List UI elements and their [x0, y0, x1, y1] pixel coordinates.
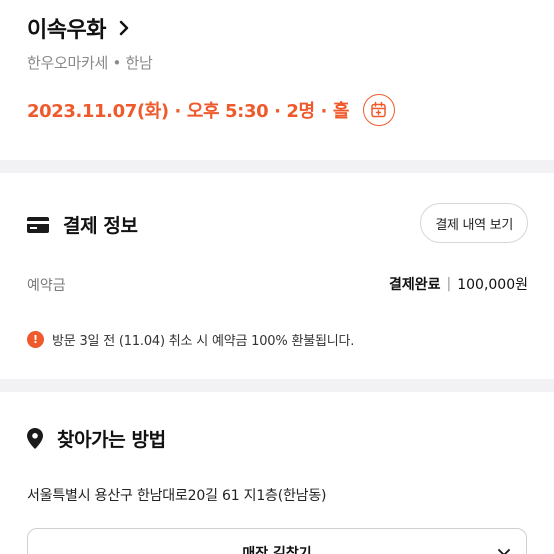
refund-notice-text: 방문 3일 전 (11.04) 취소 시 예약금 100% 환불됩니다. — [52, 334, 355, 349]
payment-history-button[interactable]: 결제 내역 보기 — [420, 203, 528, 243]
deposit-label: 예약금 — [27, 278, 66, 294]
payment-header: 결제 정보 — [27, 211, 138, 238]
chevron-right-icon — [119, 20, 129, 36]
store-name: 이속우화 — [27, 18, 106, 43]
chevron-down-icon — [498, 549, 510, 554]
restaurant-section: 이속우화 한우오마카세 • 한남 2023.11.07(화) · 오후 5:30… — [0, 0, 554, 160]
booking-summary: 2023.11.07(화) · 오후 5:30 · 2명 · 홀 — [27, 101, 349, 122]
add-to-calendar-button[interactable] — [363, 94, 395, 126]
route-button-label: 매장 길찾기 — [242, 546, 312, 554]
directions-section: 찾아가는 방법 서울특별시 용산구 한남대로20길 61 지1층(한남동) 매장… — [0, 392, 554, 554]
store-category-location: 한우오마카세 • 한남 — [27, 54, 153, 72]
calendar-add-icon — [371, 101, 386, 118]
route-button[interactable]: 매장 길찾기 — [27, 528, 527, 554]
store-address: 서울특별시 용산구 한남대로20길 61 지1층(한남동) — [27, 488, 327, 504]
section-divider — [0, 160, 554, 173]
deposit-separator: | — [446, 276, 452, 292]
directions-title: 찾아가는 방법 — [57, 429, 166, 451]
card-icon — [27, 216, 49, 233]
info-icon: ! — [27, 331, 44, 348]
location-pin-icon — [27, 428, 43, 449]
store-name-link[interactable]: 이속우화 — [27, 12, 132, 44]
deposit-amount: 100,000원 — [457, 277, 528, 293]
deposit-value: 결제완료 | 100,000원 — [389, 274, 528, 294]
refund-notice: ! 방문 3일 전 (11.04) 취소 시 예약금 100% 환불됩니다. — [27, 330, 354, 349]
directions-header: 찾아가는 방법 — [27, 425, 166, 452]
booking-summary-row: 2023.11.07(화) · 오후 5:30 · 2명 · 홀 — [27, 94, 395, 126]
payment-section: 결제 정보 결제 내역 보기 예약금 결제완료 | 100,000원 ! 방문 … — [0, 173, 554, 379]
payment-title: 결제 정보 — [63, 215, 138, 237]
section-divider — [0, 379, 554, 392]
deposit-status: 결제완료 — [388, 277, 441, 293]
